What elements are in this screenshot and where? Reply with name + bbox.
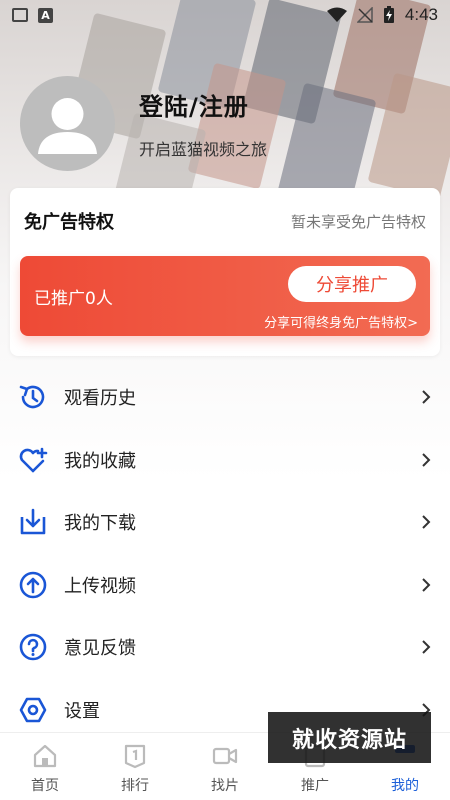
- tab-home[interactable]: 首页: [0, 733, 90, 800]
- chevron-right-icon: [418, 514, 434, 530]
- tab-label: 找片: [211, 778, 239, 794]
- profile-subtitle: 开启蓝猫视频之旅: [139, 140, 268, 159]
- feedback-icon: [18, 632, 48, 662]
- avatar[interactable]: [20, 76, 115, 171]
- ad-free-status: 暂未享受免广告特权: [290, 212, 426, 231]
- share-promote-button[interactable]: 分享推广: [288, 266, 416, 302]
- menu-item-favorites[interactable]: 我的收藏: [0, 429, 450, 492]
- ad-free-card: 免广告特权 暂未享受免广告特权 已推广0人 分享推广 分享可得终身免广告特权>: [10, 188, 440, 356]
- menu-item-label: 我的下载: [64, 513, 136, 535]
- share-hint-link[interactable]: 分享可得终身免广告特权>: [264, 312, 418, 331]
- heart-plus-icon: [18, 445, 48, 475]
- tab-label: 排行: [121, 778, 149, 794]
- menu-item-label: 意见反馈: [64, 638, 136, 660]
- menu-list: 观看历史 我的收藏 我的下载 上传视频 意见反馈 设置: [0, 366, 450, 741]
- settings-icon: [18, 695, 48, 725]
- menu-item-feedback[interactable]: 意见反馈: [0, 616, 450, 679]
- menu-item-label: 上传视频: [64, 575, 136, 597]
- home-icon: [32, 743, 58, 769]
- tab-find[interactable]: 找片: [180, 733, 270, 800]
- wifi-icon: [326, 7, 347, 22]
- tab-label: 推广: [301, 778, 329, 794]
- battery-charging-icon: [383, 6, 394, 23]
- login-register-link[interactable]: 登陆/注册: [139, 87, 267, 122]
- profile-header[interactable]: 登陆/注册 开启蓝猫视频之旅: [20, 76, 267, 171]
- upload-icon: [18, 570, 48, 600]
- image-notification-icon: [12, 8, 28, 22]
- menu-item-history[interactable]: 观看历史: [0, 366, 450, 429]
- promotion-count: 已推广0人: [34, 289, 113, 309]
- history-icon: [18, 382, 48, 412]
- clock: 4:43: [404, 5, 438, 24]
- menu-item-label: 我的收藏: [64, 450, 136, 472]
- chevron-right-icon: [418, 389, 434, 405]
- tab-label: 首页: [31, 778, 59, 794]
- promotion-banner: 已推广0人 分享推广 分享可得终身免广告特权>: [20, 256, 430, 336]
- menu-item-downloads[interactable]: 我的下载: [0, 491, 450, 554]
- download-icon: [18, 507, 48, 537]
- menu-item-upload[interactable]: 上传视频: [0, 554, 450, 617]
- status-bar: A 4:43: [0, 0, 450, 30]
- chevron-right-icon: [418, 452, 434, 468]
- watermark: 就收资源站: [268, 712, 431, 763]
- app-notification-icon: A: [38, 7, 53, 23]
- menu-item-label: 观看历史: [64, 388, 136, 410]
- ad-free-title: 免广告特权: [24, 212, 114, 233]
- tab-label: 我的: [391, 778, 419, 794]
- chevron-right-icon: [418, 639, 434, 655]
- no-signal-icon: [356, 7, 373, 23]
- ranking-icon: [122, 743, 148, 769]
- menu-item-label: 设置: [64, 700, 100, 722]
- video-camera-icon: [212, 743, 238, 769]
- default-avatar-icon: [38, 98, 97, 154]
- chevron-right-icon: [418, 577, 434, 593]
- tab-ranking[interactable]: 排行: [90, 733, 180, 800]
